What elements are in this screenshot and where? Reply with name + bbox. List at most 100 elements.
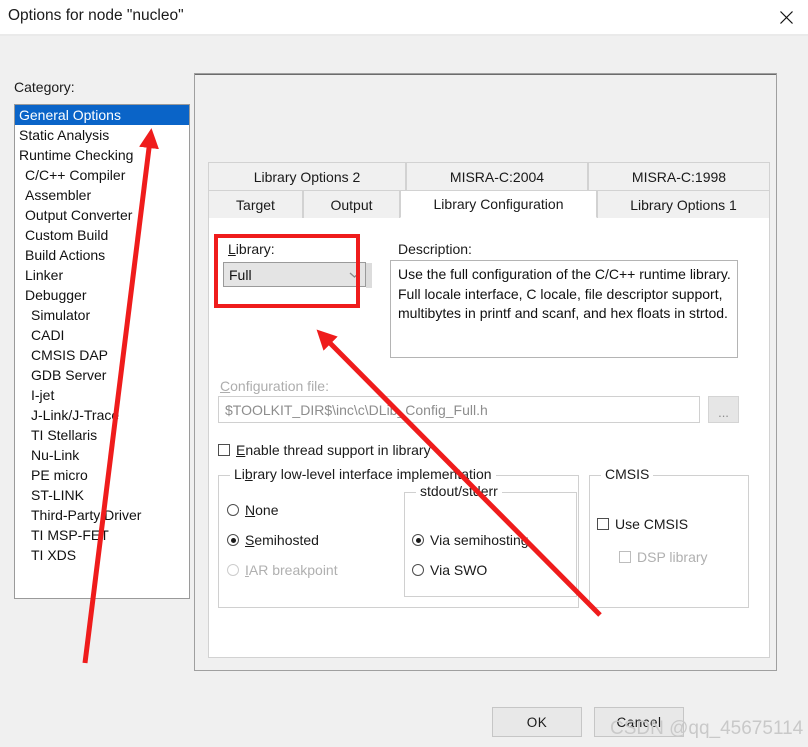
tab-library-options-1[interactable]: Library Options 1 <box>597 190 770 218</box>
sidebar-item-label: CMSIS DAP <box>31 347 109 363</box>
library-select[interactable]: Full <box>223 262 366 287</box>
tab-misra-c-1998[interactable]: MISRA-C:1998 <box>588 162 770 190</box>
tab-label: MISRA-C:2004 <box>449 168 545 185</box>
sidebar-item-gdb-server[interactable]: GDB Server <box>15 365 189 385</box>
sidebar-item-c-c-compiler[interactable]: C/C++ Compiler <box>15 165 189 185</box>
title-divider <box>0 34 808 36</box>
sidebar-item-nu-link[interactable]: Nu-Link <box>15 445 189 465</box>
sidebar-item-ti-msp-fet[interactable]: TI MSP-FET <box>15 525 189 545</box>
enable-thread-support-label: Enable thread support in library <box>236 442 431 458</box>
library-label-rest: ibrary: <box>235 241 275 257</box>
description-label: Description: <box>398 241 472 257</box>
tab-label: Library Options 2 <box>253 168 361 185</box>
tab-strip: Library Options 2 MISRA-C:2004 MISRA-C:199… <box>208 162 770 218</box>
radio-semihosted[interactable]: Semihosted <box>227 532 319 548</box>
sidebar-item-general-options[interactable]: General Options <box>15 105 189 125</box>
radio-via-semihosting-label: Via semihosting <box>430 532 529 548</box>
sidebar-item-label: ST-LINK <box>31 487 84 503</box>
radio-circle-icon <box>227 564 239 576</box>
cmsis-title: CMSIS <box>601 466 654 482</box>
radio-circle-icon <box>227 504 239 516</box>
sidebar-item-label: TI MSP-FET <box>31 527 109 543</box>
low-level-interface-title: Library low-level interface implementati… <box>230 466 496 482</box>
tab-output[interactable]: Output <box>303 190 400 218</box>
sidebar-item-build-actions[interactable]: Build Actions <box>15 245 189 265</box>
checkbox-box-icon <box>619 551 631 563</box>
use-cmsis-checkbox[interactable]: Use CMSIS <box>597 516 688 532</box>
sidebar-item-output-converter[interactable]: Output Converter <box>15 205 189 225</box>
library-select-value: Full <box>229 266 252 283</box>
cmsis-group: CMSIS <box>589 466 749 608</box>
sidebar-item-simulator[interactable]: Simulator <box>15 305 189 325</box>
sidebar-item-label: Runtime Checking <box>19 147 134 163</box>
ll-title-post: rary low-level interface implementation <box>252 466 492 482</box>
sidebar-item-linker[interactable]: Linker <box>15 265 189 285</box>
sidebar-item-label: Assembler <box>25 187 92 203</box>
library-label: Library: <box>228 241 275 257</box>
sidebar-item-ti-stellaris[interactable]: TI Stellaris <box>15 425 189 445</box>
sidebar-item-label: TI XDS <box>31 547 77 563</box>
tab-label: Library Configuration <box>433 196 564 212</box>
tab-label: Target <box>236 196 275 213</box>
sidebar-item-static-analysis[interactable]: Static Analysis <box>15 125 189 145</box>
sidebar-item-st-link[interactable]: ST-LINK <box>15 485 189 505</box>
sidebar-item-j-link-j-trace[interactable]: J-Link/J-Trace <box>15 405 189 425</box>
sidebar-item-runtime-checking[interactable]: Runtime Checking <box>15 145 189 165</box>
radio-via-semihosting[interactable]: Via semihosting <box>412 532 529 548</box>
tab-row-lower: Target Output Library Configuration Library… <box>208 190 770 218</box>
configuration-file-label-accel: C <box>220 378 231 394</box>
sidebar-item-ti-xds[interactable]: TI XDS <box>15 545 189 565</box>
sidebar-item-label: Nu-Link <box>31 447 80 463</box>
close-icon[interactable] <box>764 0 808 34</box>
enable-thread-support-accel: E <box>236 442 246 458</box>
sidebar-item-pe-micro[interactable]: PE micro <box>15 465 189 485</box>
configuration-file-label-rest: onfiguration file: <box>230 378 329 394</box>
radio-none[interactable]: None <box>227 502 278 518</box>
checkbox-box-icon <box>597 518 609 530</box>
radio-semihosted-accel: S <box>245 532 255 548</box>
category-listbox[interactable]: General Options Static Analysis Runtime Ch… <box>14 104 190 599</box>
sidebar-item-label: J-Link/J-Trace <box>31 407 120 423</box>
combo-shadow <box>366 263 372 288</box>
checkbox-box-icon <box>218 444 230 456</box>
sidebar-item-custom-build[interactable]: Custom Build <box>15 225 189 245</box>
radio-iar-breakpoint-rest: AR breakpoint <box>248 562 338 578</box>
sidebar-item-cmsis-dap[interactable]: CMSIS DAP <box>15 345 189 365</box>
use-cmsis-label: Use CMSIS <box>615 516 689 532</box>
configuration-file-browse-button[interactable]: ... <box>708 396 739 423</box>
radio-none-rest: one <box>255 502 279 518</box>
tab-misra-c-2004[interactable]: MISRA-C:2004 <box>406 162 588 190</box>
sidebar-item-debugger[interactable]: Debugger <box>15 285 189 305</box>
sidebar-item-label: C/C++ Compiler <box>25 167 126 183</box>
tab-target[interactable]: Target <box>208 190 303 218</box>
radio-iar-breakpoint: IAR breakpoint <box>227 562 338 578</box>
tab-library-configuration[interactable]: Library Configuration <box>400 190 597 218</box>
panel-top-edge <box>195 74 776 75</box>
sidebar-item-label: Custom Build <box>25 227 109 243</box>
sidebar-item-third-party-driver[interactable]: Third-Party Driver <box>15 505 189 525</box>
radio-via-swo[interactable]: Via SWO <box>412 562 487 578</box>
sidebar-item-label: CADI <box>31 327 65 343</box>
dsp-library-label: DSP library <box>637 549 708 565</box>
ok-button[interactable]: OK <box>492 707 582 737</box>
sidebar-item-label: PE micro <box>31 467 88 483</box>
sidebar-item-assembler[interactable]: Assembler <box>15 185 189 205</box>
sidebar-item-label: General Options <box>19 107 121 123</box>
sidebar-item-label: TI Stellaris <box>31 427 98 443</box>
configuration-file-label: Configuration file: <box>220 378 329 394</box>
sidebar-item-label: Third-Party Driver <box>31 507 142 523</box>
title-bar: Options for node "nucleo" <box>0 0 808 34</box>
radio-semihosted-rest: emihosted <box>254 532 319 548</box>
page-title: Options for node "nucleo" <box>8 7 184 24</box>
cancel-button[interactable]: Cancel <box>594 707 684 737</box>
radio-circle-icon <box>227 534 239 546</box>
sidebar-item-cadi[interactable]: CADI <box>15 325 189 345</box>
library-label-accel: L <box>228 241 236 257</box>
ll-title-accel: b <box>244 466 253 482</box>
tab-library-options-2[interactable]: Library Options 2 <box>208 162 406 190</box>
category-label: Category: <box>14 79 75 95</box>
sidebar-item-i-jet[interactable]: I-jet <box>15 385 189 405</box>
enable-thread-support-checkbox[interactable]: Enable thread support in library <box>218 442 431 458</box>
radio-circle-icon <box>412 534 424 546</box>
configuration-file-input[interactable]: $TOOLKIT_DIR$\inc\c\DLib_Config_Full.h <box>218 396 700 423</box>
